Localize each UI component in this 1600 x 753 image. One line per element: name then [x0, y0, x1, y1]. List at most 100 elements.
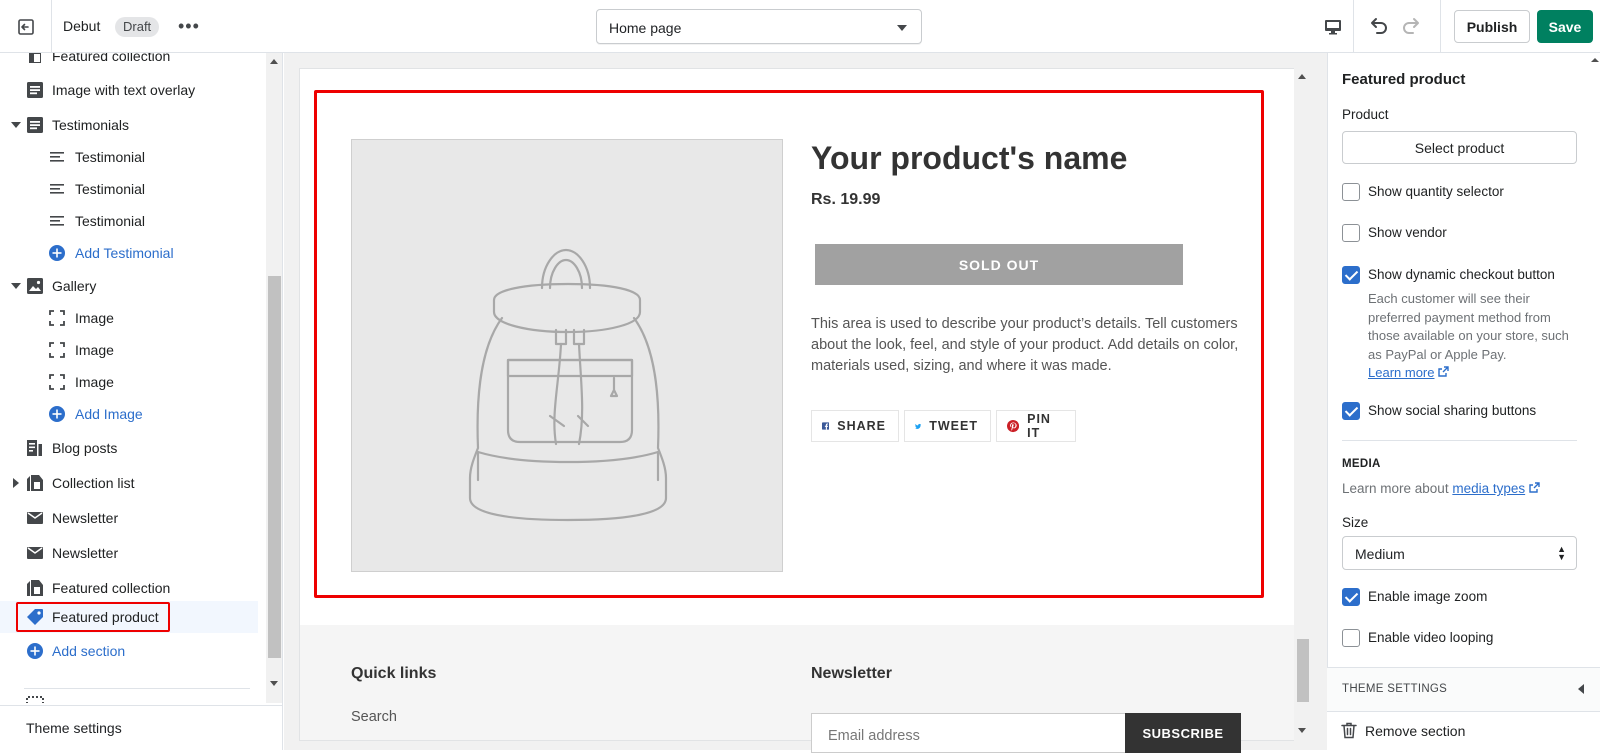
- twitter-icon: [915, 423, 922, 429]
- sidebar-item-newsletter[interactable]: Newsletter: [0, 538, 258, 568]
- undo-icon[interactable]: [1366, 14, 1390, 38]
- add-testimonial-button[interactable]: Add Testimonial: [0, 238, 258, 268]
- scroll-up-icon[interactable]: [270, 59, 278, 64]
- sidebar-item-label: Gallery: [52, 278, 97, 294]
- chevron-down-icon[interactable]: [11, 283, 21, 289]
- share-label: TWEET: [929, 419, 978, 433]
- chevron-down-icon[interactable]: [11, 122, 21, 128]
- sidebar-item-label: Testimonials: [52, 117, 130, 133]
- product-title: Your product's name: [811, 140, 1128, 176]
- add-image-label: Add Image: [75, 406, 143, 422]
- sold-out-button[interactable]: SOLD OUT: [815, 244, 1183, 285]
- sidebar-item-image[interactable]: Image: [0, 367, 258, 397]
- share-facebook-button[interactable]: SHARE: [811, 410, 899, 442]
- enable-video-looping-checkbox[interactable]: [1342, 629, 1360, 647]
- sidebar-item-label: Featured collection: [52, 580, 171, 596]
- add-image-button[interactable]: Add Image: [0, 399, 258, 429]
- scrollbar-thumb[interactable]: [1297, 639, 1309, 702]
- sidebar-item-blog-posts[interactable]: Blog posts: [0, 433, 258, 463]
- select-product-button[interactable]: Select product: [1342, 131, 1577, 164]
- sidebar-item-testimonial[interactable]: Testimonial: [0, 142, 258, 172]
- desktop-icon: [1324, 19, 1341, 34]
- settings-title: Featured product: [1342, 71, 1466, 88]
- facebook-icon: [822, 422, 830, 430]
- sidebar-item-testimonials[interactable]: Testimonials: [0, 110, 258, 140]
- scroll-down-icon[interactable]: [1298, 728, 1306, 733]
- sidebar-item-testimonial[interactable]: Testimonial: [0, 206, 258, 236]
- trash-icon: [1341, 722, 1357, 739]
- share-pinterest-button[interactable]: PIN IT: [996, 410, 1076, 442]
- image-icon: [27, 278, 43, 294]
- media-types-link[interactable]: media types: [1452, 481, 1525, 496]
- theme-settings-button[interactable]: Theme settings: [0, 705, 282, 750]
- sidebar-item-featured-product[interactable]: Featured product: [0, 601, 258, 633]
- sidebar-item-image[interactable]: Image: [0, 303, 258, 333]
- sidebar-item-featured-collection[interactable]: Featured collection: [0, 573, 258, 603]
- sidebar-item-image-with-text-overlay[interactable]: Image with text overlay: [0, 75, 258, 105]
- plus-circle-icon: [27, 643, 43, 659]
- share-label: PIN IT: [1027, 412, 1051, 440]
- image-frame-icon: [49, 310, 65, 326]
- sidebar-item-label: Image: [75, 374, 114, 390]
- share-twitter-button[interactable]: TWEET: [904, 410, 991, 442]
- email-placeholder: Email address: [828, 728, 920, 744]
- add-section-label: Add section: [52, 643, 126, 659]
- backpack-icon: [468, 248, 668, 522]
- selection-highlight: [16, 602, 170, 632]
- newsletter-heading: Newsletter: [811, 665, 892, 682]
- product-description: This area is used to describe your produ…: [811, 316, 1239, 374]
- show-vendor-checkbox[interactable]: [1342, 224, 1360, 242]
- theme-settings-toggle[interactable]: THEME SETTINGS: [1327, 667, 1600, 711]
- collection-icon: [27, 475, 43, 491]
- scroll-up-icon[interactable]: [1298, 74, 1306, 79]
- subscribe-button[interactable]: SUBSCRIBE: [1125, 713, 1241, 753]
- text-lines-icon: [50, 184, 64, 194]
- preview-scrollbar[interactable]: [1294, 68, 1311, 741]
- sidebar-scrollbar[interactable]: [266, 53, 282, 703]
- size-label: Size: [1342, 515, 1369, 530]
- device-toggle-button[interactable]: [1312, 0, 1354, 53]
- checkbox-label: Show social sharing buttons: [1368, 403, 1537, 418]
- scrollbar-thumb[interactable]: [268, 276, 281, 658]
- publish-button[interactable]: Publish: [1454, 10, 1530, 43]
- size-select[interactable]: Medium ▲ ▼: [1342, 536, 1577, 570]
- show-dynamic-checkout-checkbox[interactable]: [1342, 266, 1360, 284]
- learn-more-link[interactable]: Learn more: [1368, 365, 1434, 380]
- quick-link-search[interactable]: Search: [351, 709, 397, 725]
- sidebar-item-label: Newsletter: [52, 510, 119, 526]
- remove-section-button[interactable]: Remove section: [1327, 711, 1600, 750]
- settings-scrollbar[interactable]: [1591, 56, 1599, 706]
- show-quantity-selector-checkbox[interactable]: [1342, 183, 1360, 201]
- checkbox-label: Enable image zoom: [1368, 589, 1488, 604]
- email-input[interactable]: Email address: [811, 713, 1128, 753]
- add-section-button[interactable]: Add section: [0, 636, 258, 666]
- sidebar-item-collection-list[interactable]: Collection list: [0, 468, 258, 498]
- redo-icon[interactable]: [1400, 14, 1424, 38]
- blog-icon: [27, 440, 42, 456]
- exit-button[interactable]: [0, 0, 52, 53]
- help-text: Each customer will see their preferred p…: [1368, 291, 1569, 362]
- product-price: Rs. 19.99: [811, 191, 881, 208]
- chevron-right-icon[interactable]: [13, 478, 19, 488]
- checkbox-label: Enable video looping: [1368, 630, 1494, 645]
- enable-image-zoom-checkbox[interactable]: [1342, 588, 1360, 606]
- exit-icon: [17, 18, 34, 35]
- more-actions-button[interactable]: •••: [178, 16, 200, 37]
- top-bar: Debut Draft ••• Home page Publish Save: [0, 0, 1600, 53]
- sidebar-item-label: Testimonial: [75, 181, 146, 197]
- checkbox-label: Show dynamic checkout button: [1368, 267, 1555, 282]
- page-select[interactable]: Home page: [596, 9, 922, 44]
- sidebar-item-testimonial[interactable]: Testimonial: [0, 174, 258, 204]
- sidebar-item-gallery[interactable]: Gallery: [0, 271, 258, 301]
- divider: [24, 688, 250, 689]
- save-button[interactable]: Save: [1537, 10, 1593, 43]
- sidebar-item-image[interactable]: Image: [0, 335, 258, 365]
- sidebar-item-featured-collection[interactable]: Featured collection: [0, 53, 258, 71]
- sidebar-item-newsletter[interactable]: Newsletter: [0, 503, 258, 533]
- product-image-placeholder[interactable]: [351, 139, 783, 572]
- envelope-icon: [27, 512, 43, 524]
- footer-section-icon: [26, 696, 44, 703]
- sections-list: Featured collection Image with text over…: [0, 53, 266, 703]
- show-social-sharing-checkbox[interactable]: [1342, 402, 1360, 420]
- scroll-down-icon[interactable]: [270, 681, 278, 686]
